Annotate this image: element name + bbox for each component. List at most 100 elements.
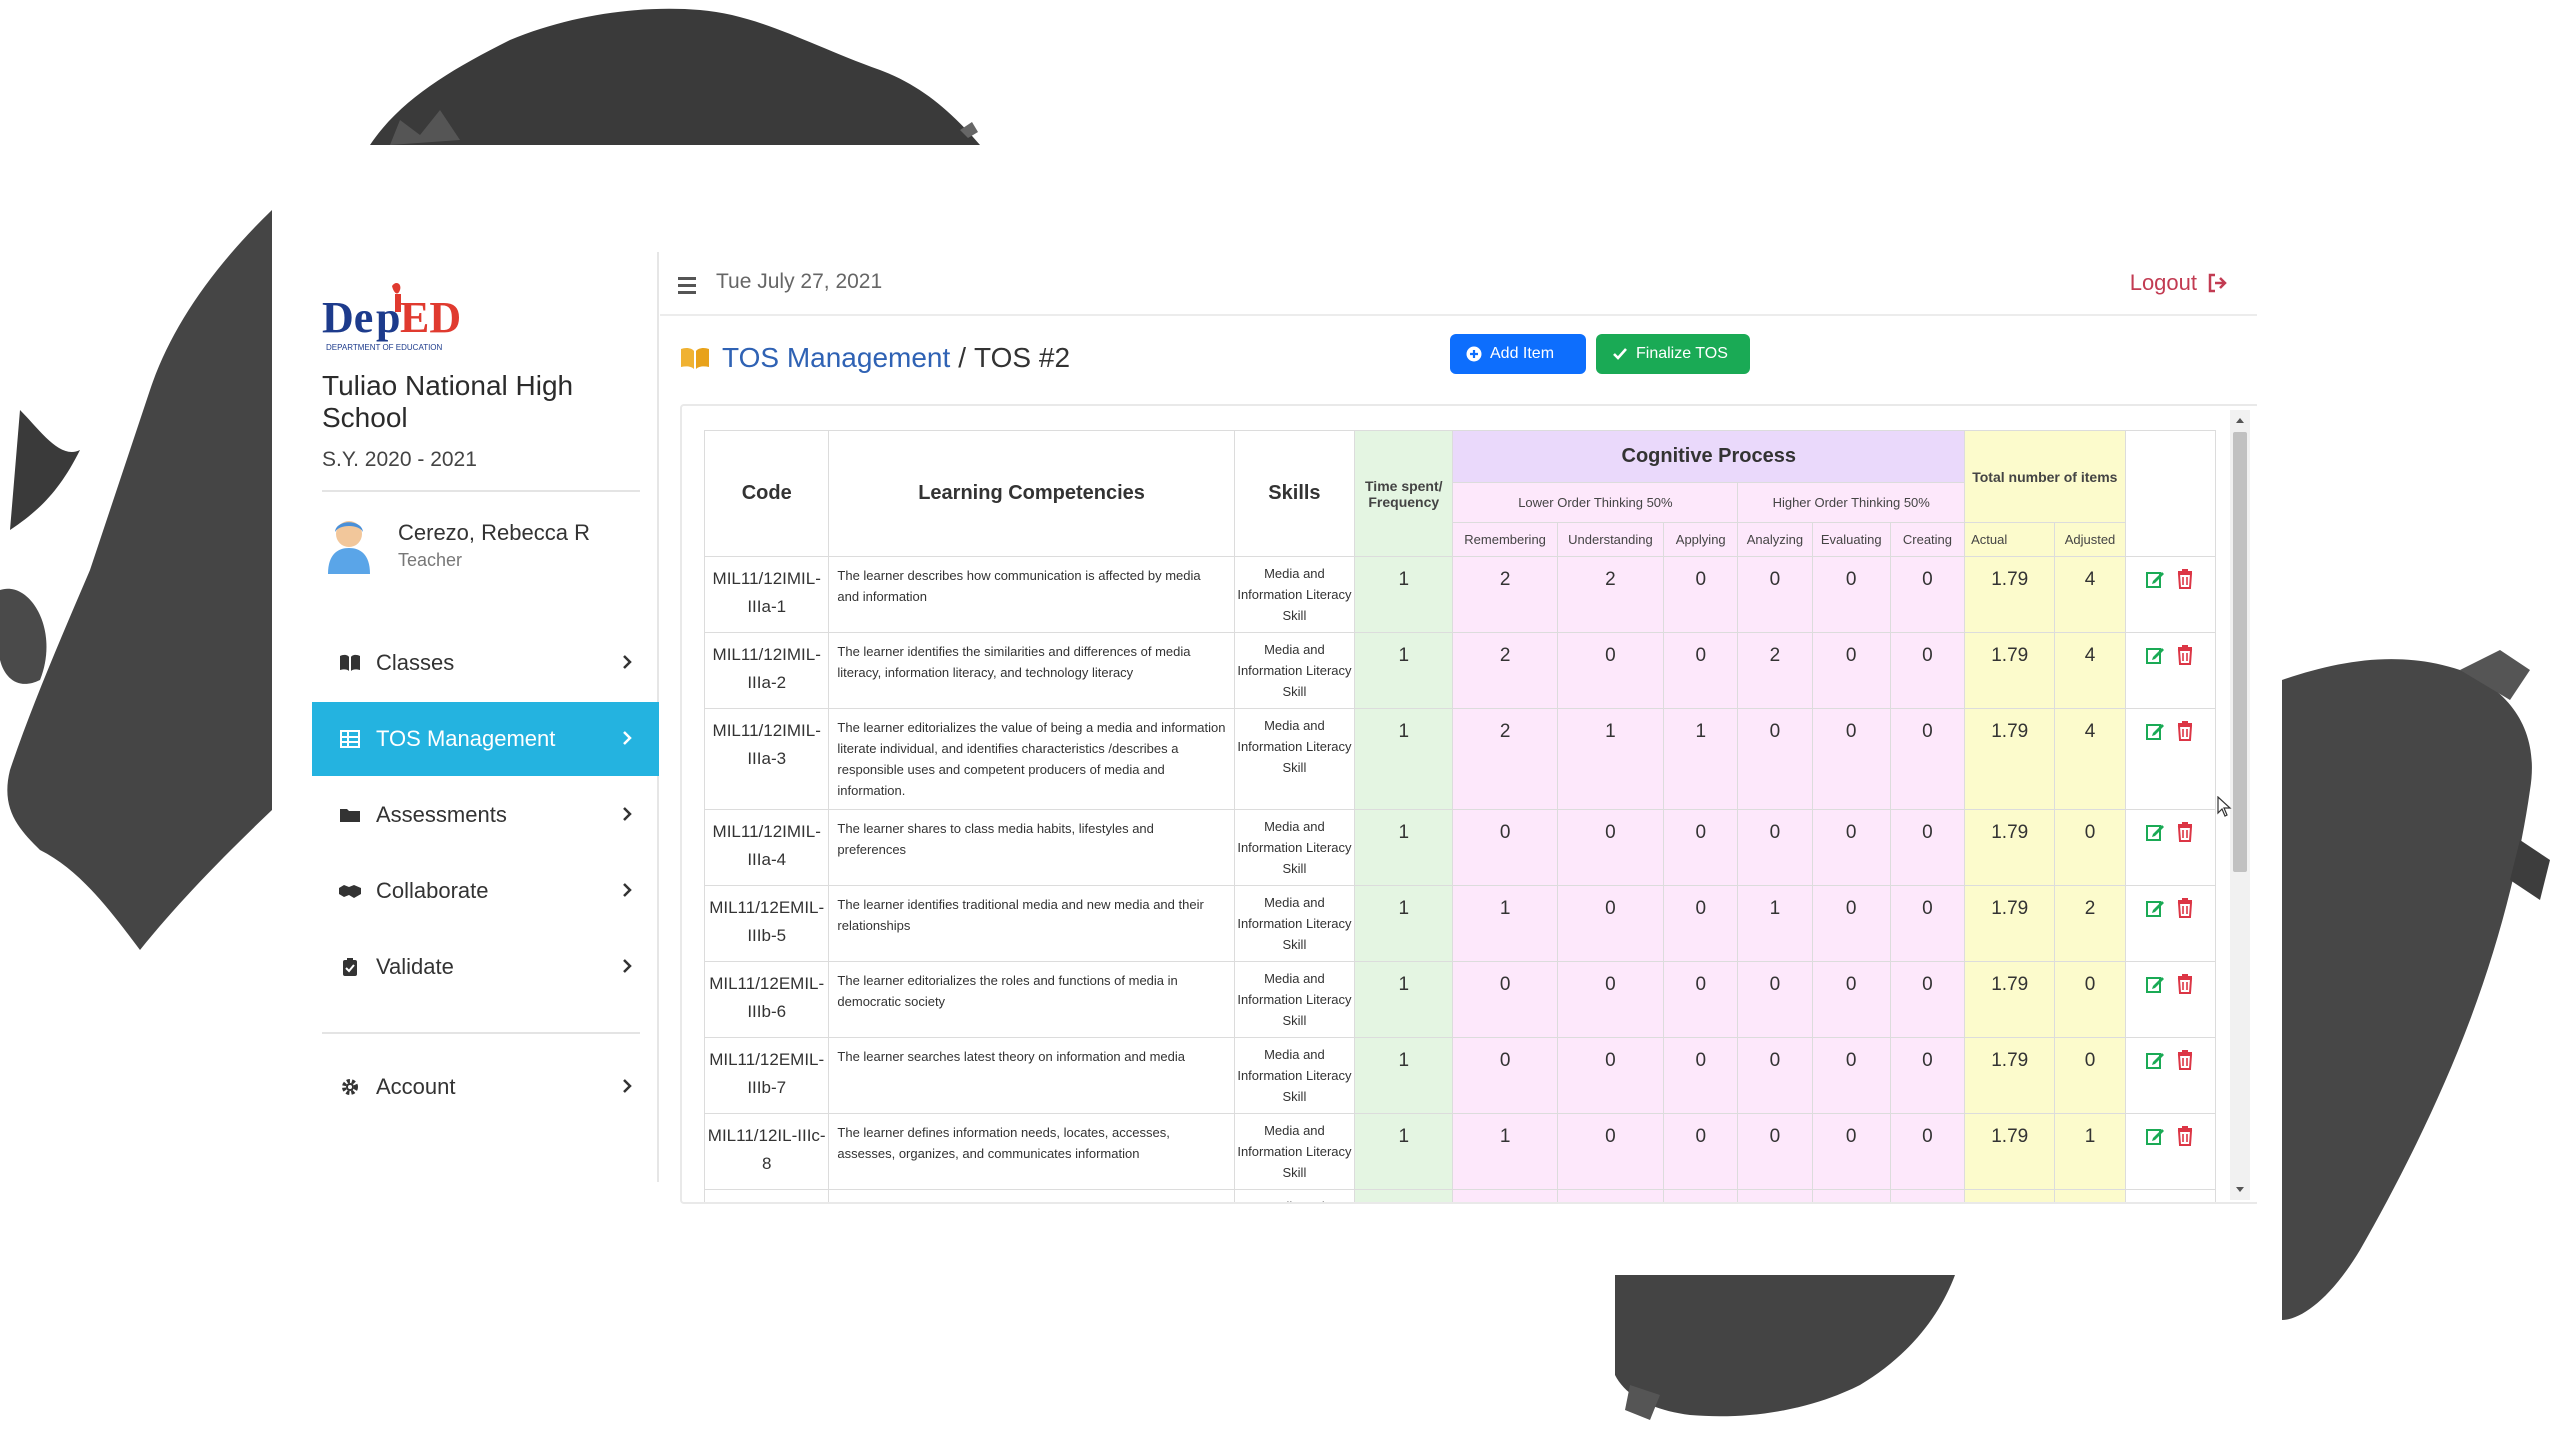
cell-understanding: 2 [1556,556,1665,633]
delete-icon[interactable] [2175,569,2195,589]
sidebar-item-tos-management[interactable]: TOS Management [312,702,659,776]
edit-icon[interactable] [2145,1202,2165,1204]
scroll-up-arrow-icon[interactable] [2234,414,2246,426]
header-understanding: Understanding [1556,522,1665,557]
breadcrumb-link-tos-management[interactable]: TOS Management [722,342,950,374]
header-lower-order: Lower Order Thinking 50% [1452,482,1739,523]
cell-skill: Media and Information Literacy Skill [1233,632,1356,709]
add-item-button[interactable]: Add Item [1450,334,1586,374]
cell-understanding: 0 [1556,1037,1665,1114]
book-icon [336,649,364,677]
header-actual: Actual [1964,522,2056,557]
plus-circle-icon [1466,346,1482,362]
table-scrollbar[interactable] [2230,410,2250,1200]
add-item-label: Add Item [1490,345,1555,362]
delete-icon[interactable] [2175,822,2195,842]
delete-icon[interactable] [2175,1050,2195,1070]
cell-analyzing: 0 [1737,1113,1813,1190]
delete-icon[interactable] [2175,1126,2195,1146]
logout-label: Logout [2129,270,2197,295]
sidebar-item-classes[interactable]: Classes [312,626,659,700]
header-evaluating: Evaluating [1811,522,1891,557]
chevron-right-icon [623,883,632,897]
sidebar-item-label: Collaborate [376,878,489,903]
scrollbar-thumb[interactable] [2233,432,2247,872]
logout-link[interactable]: Logout [2130,270,2227,296]
gear-icon [336,1073,364,1101]
mouse-cursor-icon [2217,796,2232,817]
sidebar: De p ED DEPARTMENT OF EDUCATION Tuliao N… [312,252,659,1182]
cell-applying: 0 [1663,961,1739,1038]
tos-table-body: MIL11/12IMIL-IIIa-1 The learner describes… [704,556,2216,1204]
cell-actual: 1.79 [1964,1113,2056,1190]
cell-adjusted: 0 [2054,1037,2126,1114]
cell-actions [2124,809,2216,886]
edit-icon[interactable] [2145,1050,2165,1070]
delete-icon[interactable] [2175,974,2195,994]
cell-adjusted: 2 [2054,885,2126,962]
cell-actions [2124,556,2216,633]
hamburger-menu-icon[interactable] [676,274,698,296]
finalize-tos-button[interactable]: Finalize TOS [1596,334,1750,374]
sidebar-item-validate[interactable]: Validate [312,930,659,1004]
cell-adjusted: 1 [2054,1189,2126,1202]
cell-evaluating: 0 [1811,556,1891,633]
edit-icon[interactable] [2145,645,2165,665]
cell-evaluating: 0 [1811,885,1891,962]
cell-analyzing: 0 [1737,961,1813,1038]
cell-analyzing: 1 [1737,885,1813,962]
cell-actual: 1.79 [1964,809,2056,886]
header-cognitive-process: Cognitive Process [1452,430,1966,483]
delete-icon[interactable] [2175,721,2195,741]
cell-evaluating: 0 [1811,1037,1891,1114]
edit-icon[interactable] [2145,898,2165,918]
sidebar-item-assessments[interactable]: Assessments [312,778,659,852]
svg-text:De: De [322,293,373,342]
cell-creating: 0 [1889,1189,1966,1202]
header-remembering: Remembering [1452,522,1558,557]
deped-logo: De p ED DEPARTMENT OF EDUCATION [322,283,461,352]
cell-analyzing: 0 [1737,1037,1813,1114]
table-row: MIL11/12EMIL-IIIb-7 The learner searches … [704,1037,2216,1114]
cell-analyzing: 0 [1737,708,1813,810]
table-row: MIL11/12IMIL-IIIa-3 The learner editorial… [704,708,2216,810]
sign-out-icon [2208,273,2227,293]
delete-icon[interactable] [2175,898,2195,918]
cell-code: MIL11/12IMIL-IIIa-4 [704,809,830,886]
edit-icon[interactable] [2145,822,2165,842]
edit-icon[interactable] [2145,721,2165,741]
cell-adjusted: 4 [2054,556,2126,633]
scroll-down-arrow-icon[interactable] [2234,1184,2246,1196]
cell-learning-competency: The learner identifies the similarities … [828,632,1235,709]
cell-actions [2124,632,2216,709]
delete-icon[interactable] [2175,1202,2195,1204]
cell-creating: 0 [1889,632,1966,709]
cell-actual: 1.79 [1964,961,2056,1038]
breadcrumb-separator: / [958,342,967,373]
chevron-right-icon [623,655,632,669]
chevron-right-icon [623,959,632,973]
tos-table-container: Code Learning Competencies Skills Time s… [704,430,2216,1204]
edit-icon[interactable] [2145,974,2165,994]
cell-remembering: 0 [1452,961,1558,1038]
header-creating: Creating [1889,522,1966,557]
cell-understanding: 0 [1556,885,1665,962]
cell-code: MIL11/12IL-IIIc- [704,1189,830,1202]
clipboard-check-icon [336,953,364,981]
cell-remembering: 2 [1452,556,1558,633]
cell-creating: 0 [1889,556,1966,633]
table-row: MIL11/12EMIL-IIIb-5 The learner identifie… [704,885,2216,962]
delete-icon[interactable] [2175,645,2195,665]
cell-learning-competency: The learner demonstrates ethical use of … [828,1189,1235,1202]
sidebar-item-account[interactable]: Account [312,1050,659,1124]
user-name: Cerezo, Rebecca R [398,520,590,545]
sidebar-item-label: Account [376,1074,456,1099]
cell-code: MIL11/12IMIL-IIIa-1 [704,556,830,633]
cell-time-spent: 1 [1354,708,1454,810]
cell-time-spent: 1 [1354,632,1454,709]
cell-applying: 0 [1663,885,1739,962]
edit-icon[interactable] [2145,569,2165,589]
sidebar-item-collaborate[interactable]: Collaborate [312,854,659,928]
cell-actions [2124,1037,2216,1114]
edit-icon[interactable] [2145,1126,2165,1146]
